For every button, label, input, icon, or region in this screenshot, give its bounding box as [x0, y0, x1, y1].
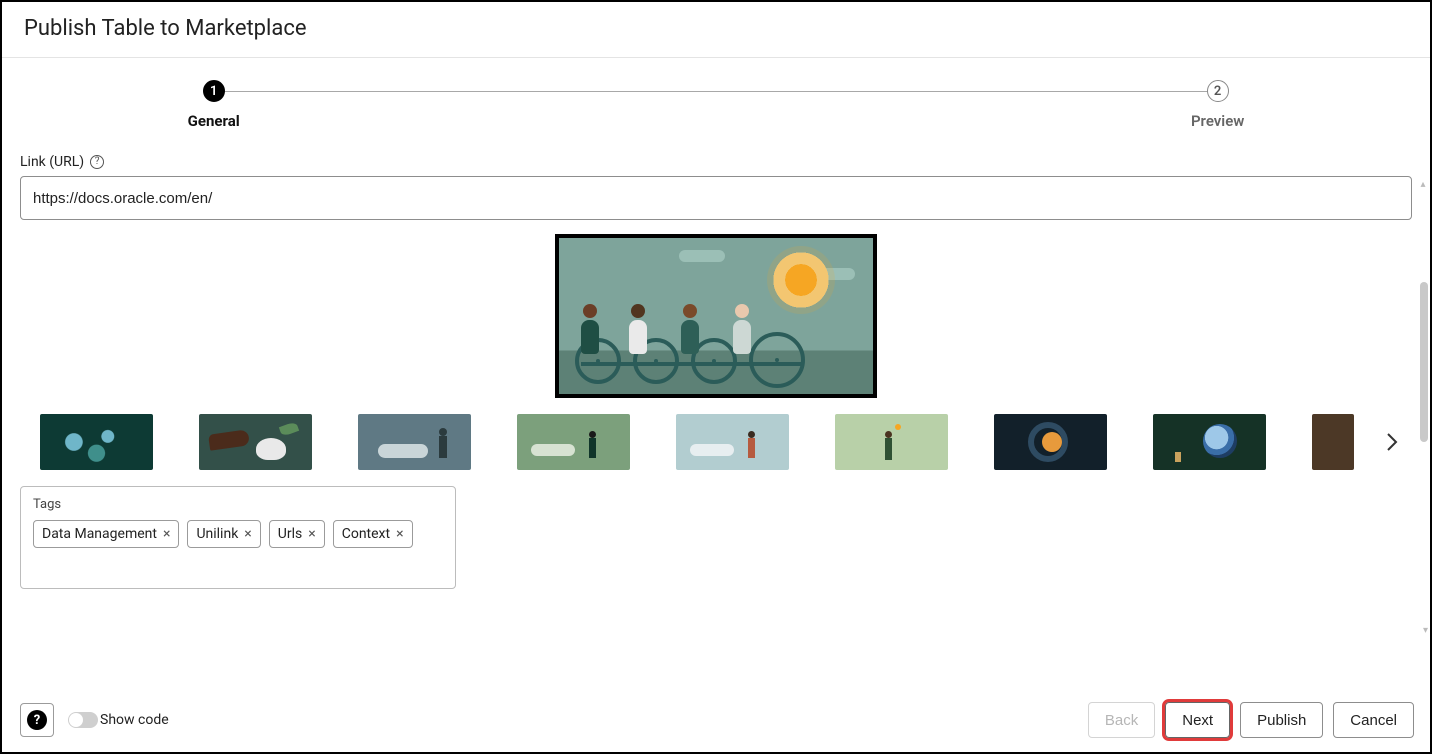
image-thumbnail[interactable]: [676, 414, 789, 470]
decor-cloud: [679, 250, 725, 262]
next-button[interactable]: Next: [1165, 702, 1230, 738]
help-button[interactable]: ?: [20, 703, 54, 737]
image-thumbnail[interactable]: [358, 414, 471, 470]
tag-remove-icon[interactable]: ×: [163, 527, 170, 541]
decor-person: [677, 304, 703, 354]
tags-label: Tags: [33, 497, 443, 512]
content-area: Link (URL) ?: [2, 136, 1430, 589]
show-code-toggle-wrap: Show code: [68, 712, 169, 728]
tag-remove-icon[interactable]: ×: [244, 527, 251, 541]
publish-button[interactable]: Publish: [1240, 702, 1323, 738]
tag-chip[interactable]: Data Management ×: [33, 520, 179, 548]
thumbnail-scroll-right[interactable]: [1372, 422, 1412, 462]
decor-wheel: [749, 332, 805, 388]
stepper-connector: [220, 91, 1213, 92]
step-general[interactable]: 1 General: [188, 80, 240, 130]
decor-sun: [773, 252, 829, 308]
selected-image-preview[interactable]: [555, 234, 877, 398]
link-url-input[interactable]: [20, 176, 1412, 220]
dialog-header: Publish Table to Marketplace: [2, 2, 1430, 58]
image-thumbnail[interactable]: [994, 414, 1107, 470]
tag-remove-icon[interactable]: ×: [396, 527, 403, 541]
cancel-button[interactable]: Cancel: [1333, 702, 1414, 738]
tags-row: Data Management × Unilink × Urls × Conte…: [33, 520, 443, 548]
chevron-right-icon: [1386, 432, 1398, 452]
dialog-title: Publish Table to Marketplace: [24, 16, 1410, 41]
tag-chip-label: Data Management: [42, 526, 157, 542]
tags-box[interactable]: Tags Data Management × Unilink × Urls × …: [20, 486, 456, 589]
step-preview-number: 2: [1207, 80, 1229, 102]
back-button[interactable]: Back: [1088, 702, 1155, 738]
dialog-footer: ? Show code Back Next Publish Cancel: [2, 692, 1430, 752]
tag-chip-label: Urls: [278, 526, 302, 542]
tag-chip[interactable]: Urls ×: [269, 520, 325, 548]
step-preview-label: Preview: [1191, 112, 1244, 130]
decor-person: [729, 304, 755, 354]
tag-chip[interactable]: Context ×: [333, 520, 413, 548]
image-thumbnail[interactable]: [835, 414, 948, 470]
tag-chip-label: Unilink: [196, 526, 238, 542]
image-thumbnail[interactable]: [40, 414, 153, 470]
tag-chip-label: Context: [342, 526, 390, 542]
help-icon[interactable]: ?: [90, 155, 104, 169]
step-general-label: General: [188, 112, 240, 130]
selected-image-preview-wrap: [20, 234, 1412, 398]
link-url-label: Link (URL): [20, 154, 84, 170]
wizard-stepper: 1 General 2 Preview: [188, 58, 1245, 136]
image-thumbnail-row: [20, 412, 1412, 472]
scroll-up-icon[interactable]: ▴: [1418, 180, 1428, 190]
image-thumbnail[interactable]: [517, 414, 630, 470]
question-mark-icon: ?: [27, 710, 47, 730]
show-code-toggle[interactable]: [68, 712, 98, 728]
step-general-number: 1: [203, 80, 225, 102]
image-thumbnail[interactable]: [199, 414, 312, 470]
scroll-down-icon[interactable]: ▾: [1423, 626, 1428, 636]
tag-remove-icon[interactable]: ×: [308, 527, 315, 541]
decor-person: [577, 304, 603, 354]
step-preview[interactable]: 2 Preview: [1191, 80, 1244, 130]
footer-left: ? Show code: [20, 703, 169, 737]
footer-right: Back Next Publish Cancel: [1088, 702, 1414, 738]
image-thumbnail[interactable]: [1153, 414, 1266, 470]
dialog-frame: Publish Table to Marketplace 1 General 2…: [0, 0, 1432, 754]
tag-chip[interactable]: Unilink ×: [187, 520, 260, 548]
image-thumbnail[interactable]: [1312, 414, 1354, 470]
decor-person: [625, 304, 651, 354]
link-url-label-row: Link (URL) ?: [20, 154, 1412, 170]
scrollbar-thumb[interactable]: [1420, 282, 1428, 442]
show-code-label: Show code: [100, 712, 169, 728]
